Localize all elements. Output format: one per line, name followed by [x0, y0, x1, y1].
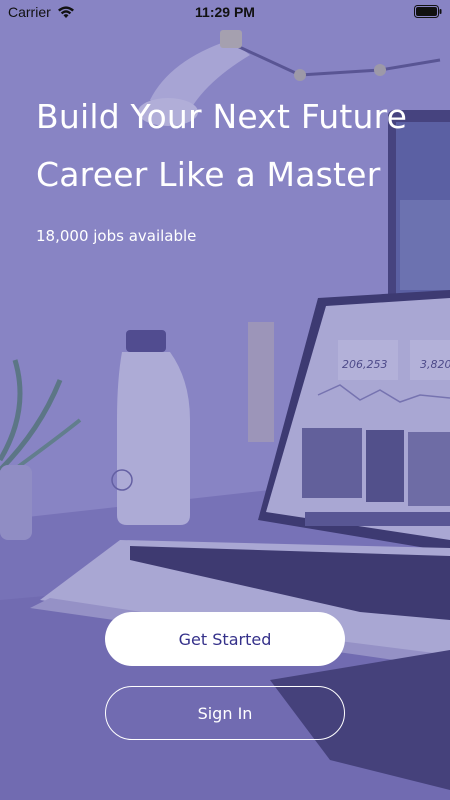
status-time: 11:29 PM	[195, 4, 255, 20]
hero-title: Build Your Next Future Career Like a Mas…	[36, 97, 408, 194]
onboarding-screen: 206,253 3,820 Carrier 11:29 PM Build You…	[0, 0, 450, 800]
hero-section: Build Your Next Future Career Like a Mas…	[36, 88, 426, 246]
status-bar: Carrier 11:29 PM	[0, 0, 450, 24]
sign-in-label: Sign In	[197, 703, 253, 723]
battery-icon	[414, 5, 442, 18]
get-started-button[interactable]: Get Started	[105, 612, 345, 666]
jobs-count-text: 18,000 jobs available	[36, 227, 197, 245]
get-started-label: Get Started	[178, 629, 272, 649]
sign-in-button[interactable]: Sign In	[105, 686, 345, 740]
